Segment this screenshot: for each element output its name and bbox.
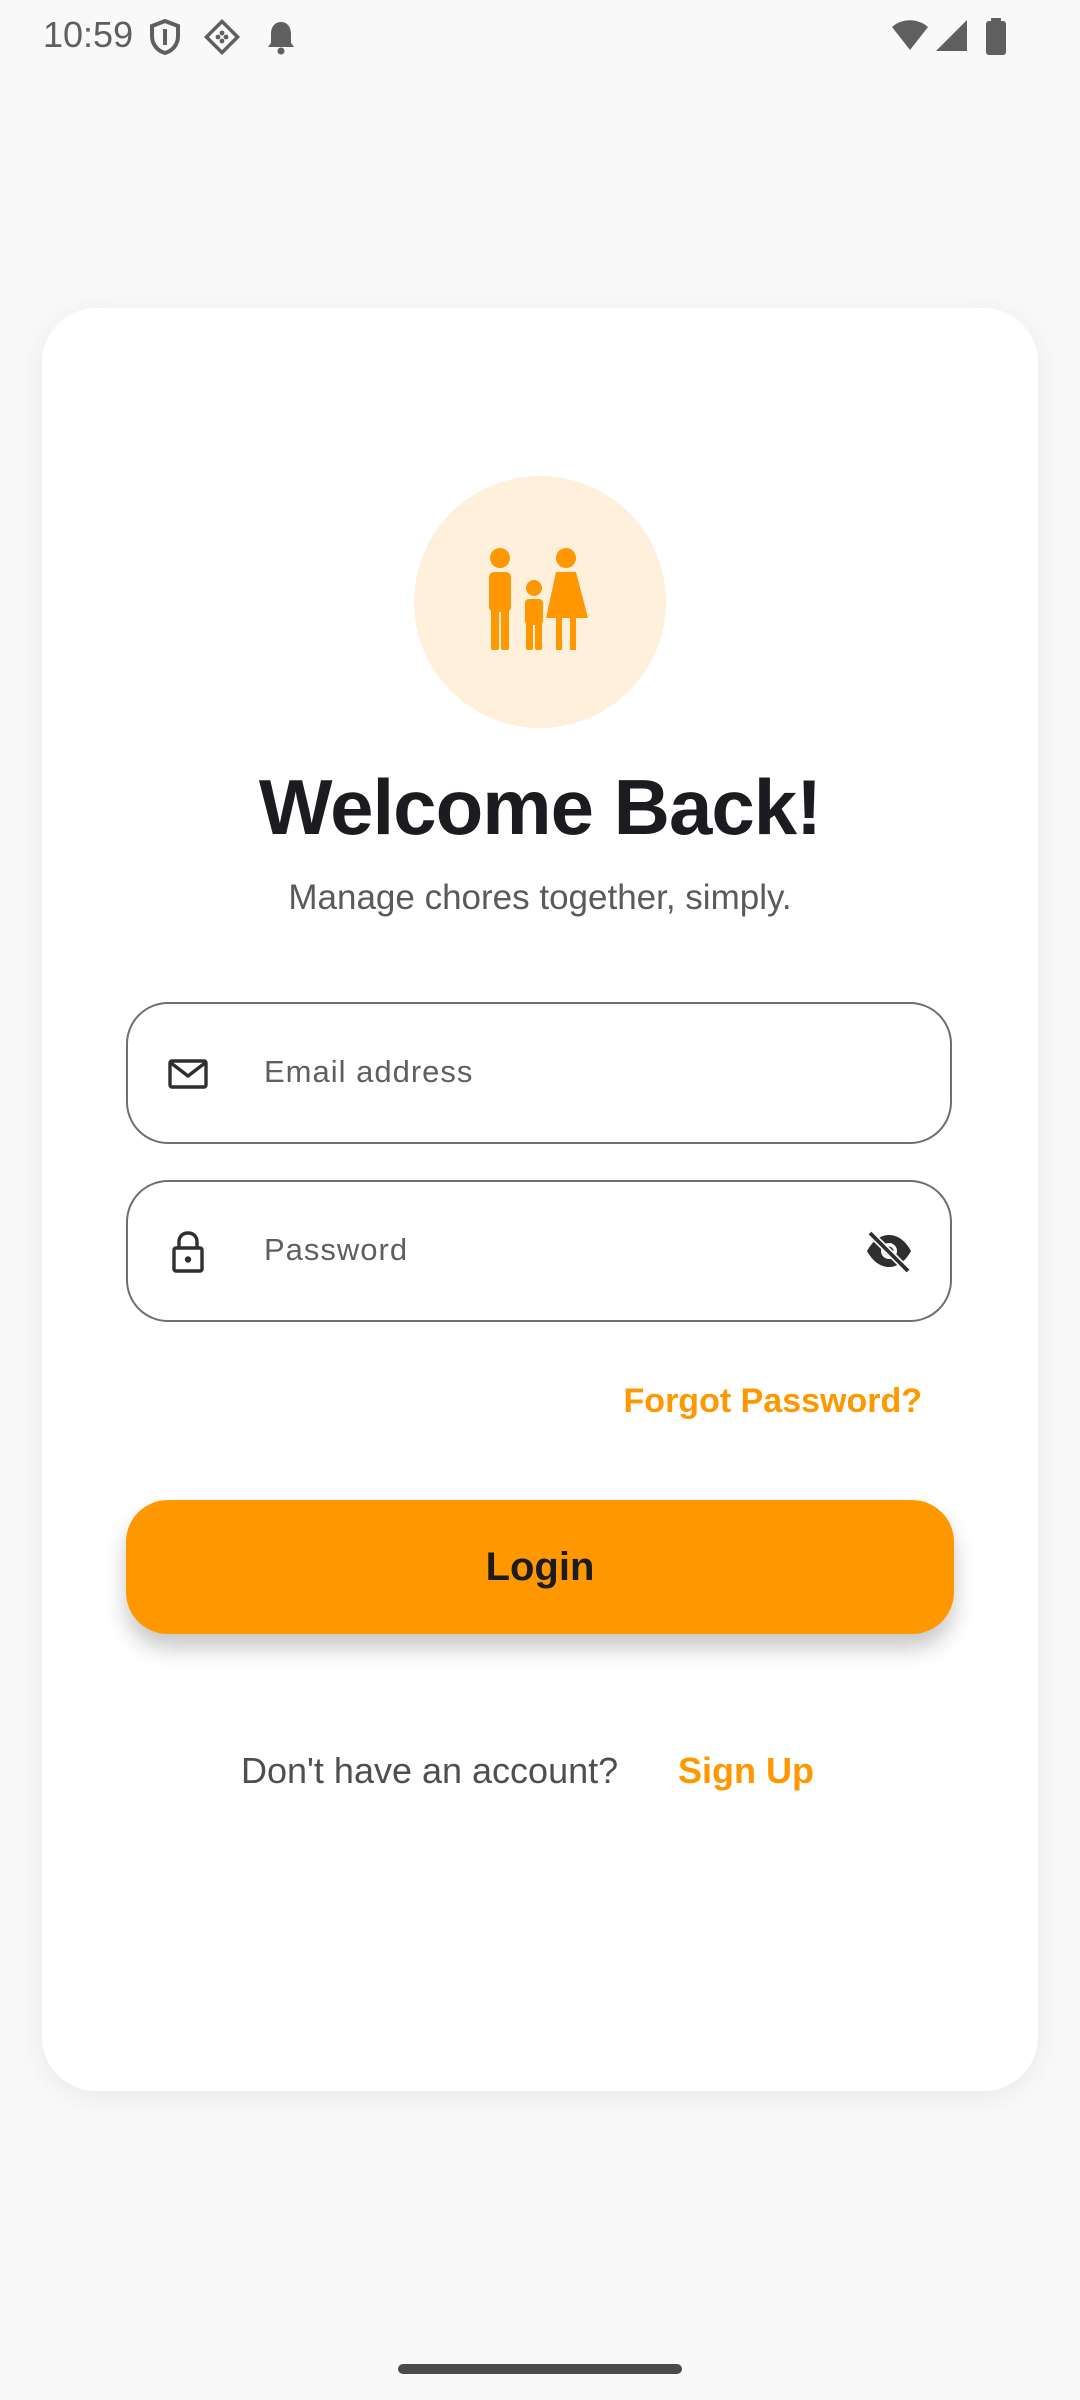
password-placeholder: Password <box>264 1232 409 1267</box>
wifi-icon <box>890 18 930 59</box>
forgot-password-link[interactable]: Forgot Password? <box>624 1382 922 1421</box>
login-button[interactable]: Login <box>126 1500 954 1634</box>
mail-icon <box>166 1052 210 1096</box>
signup-prompt: Don't have an account? <box>241 1750 619 1791</box>
email-field[interactable]: Email address <box>126 1002 952 1144</box>
status-bar: 10:59 <box>0 0 1080 72</box>
shield-icon <box>148 18 182 61</box>
page-subtitle: Manage chores together, simply. <box>288 878 792 917</box>
eye-off-icon <box>867 1230 911 1274</box>
family-icon <box>489 548 588 650</box>
toggle-password-visibility-button[interactable] <box>864 1226 914 1276</box>
battery-icon <box>985 18 1007 61</box>
bell-icon <box>264 18 298 61</box>
logo-badge <box>414 476 666 728</box>
sign-up-link[interactable]: Sign Up <box>678 1750 814 1792</box>
email-placeholder: Email address <box>264 1054 474 1089</box>
password-field[interactable]: Password <box>126 1180 952 1322</box>
status-time: 10:59 <box>43 14 134 55</box>
signal-icon <box>934 18 970 59</box>
page-title: Welcome Back! <box>258 763 822 851</box>
diamond-grid-icon <box>203 18 241 61</box>
lock-icon <box>166 1230 210 1274</box>
home-indicator[interactable] <box>398 2364 682 2374</box>
